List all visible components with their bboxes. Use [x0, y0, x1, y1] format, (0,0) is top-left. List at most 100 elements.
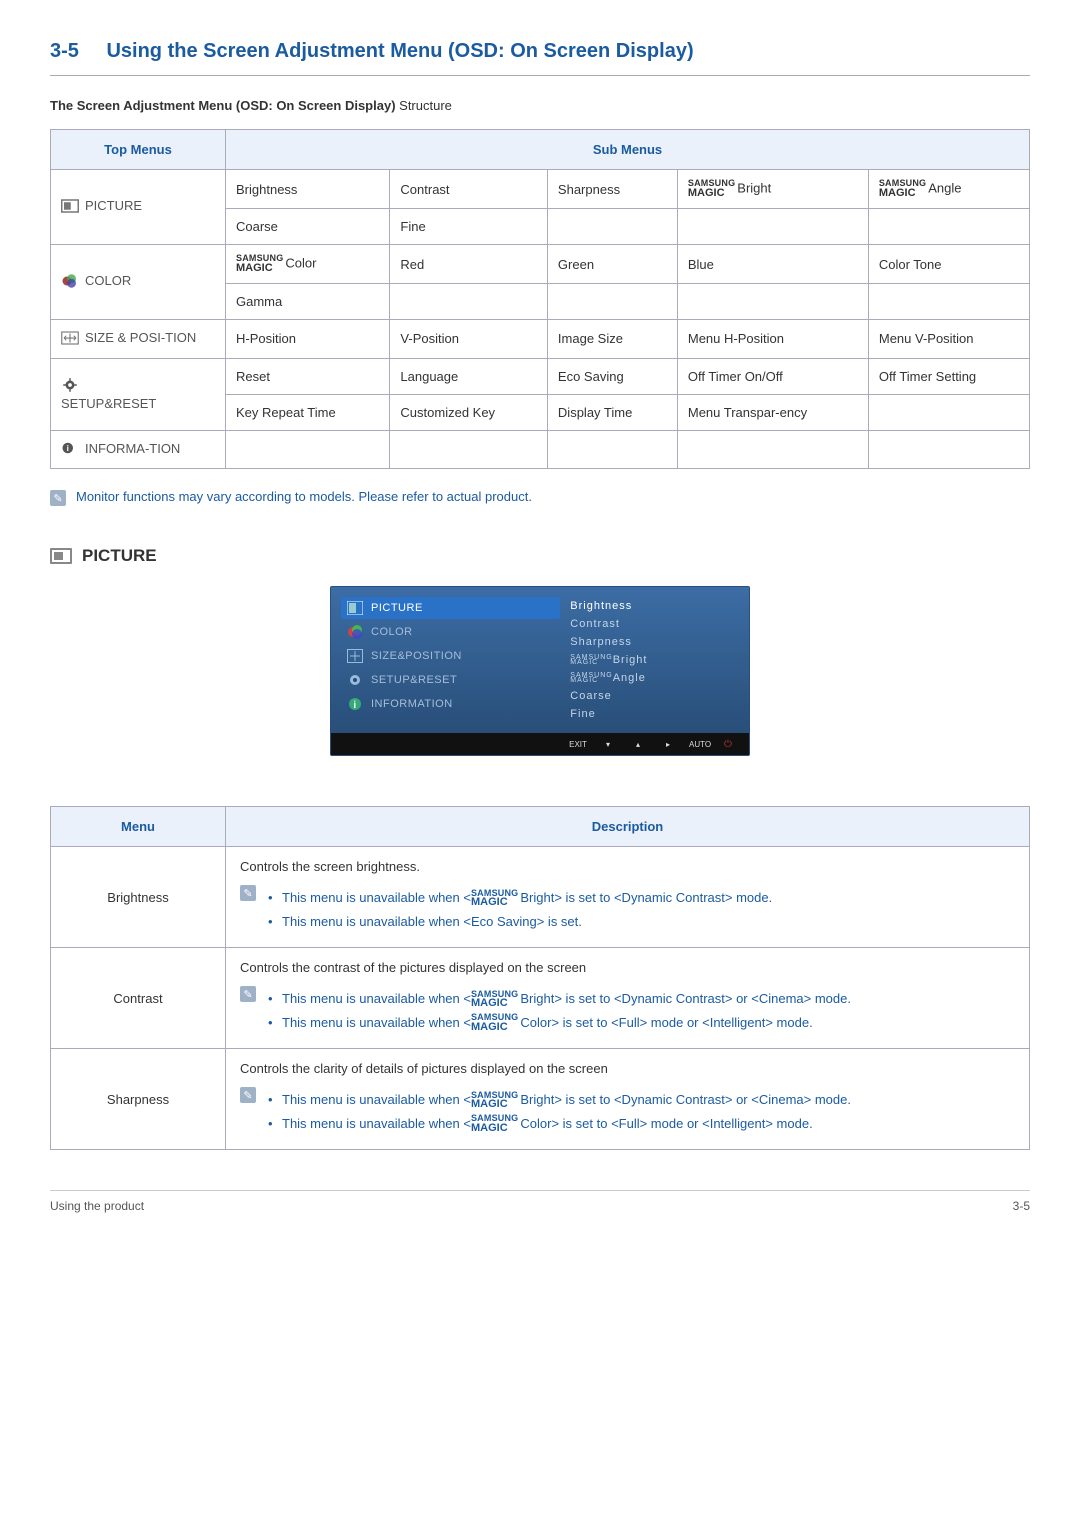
- table-row: SETUP&RESET Reset Language Eco Saving Of…: [51, 358, 1030, 394]
- cell: H-Position: [226, 320, 390, 359]
- desc-intro: Controls the screen brightness.: [240, 859, 1015, 874]
- cell: [547, 209, 677, 245]
- osd-auto: AUTO: [689, 740, 707, 749]
- cell: Menu Transpar-ency: [677, 394, 868, 430]
- menu-information: i INFORMA-TION: [51, 430, 226, 469]
- description-header: Description: [226, 807, 1030, 847]
- section-title: Using the Screen Adjustment Menu (OSD: O…: [106, 40, 693, 62]
- osd-sub-sharpness: Sharpness: [570, 633, 743, 651]
- samsung-magic-logo: SAMSUNGMAGIC: [471, 1092, 518, 1110]
- samsung-magic-logo: SAMSUNGMAGIC: [471, 991, 518, 1009]
- desc-cell: Controls the contrast of the pictures di…: [226, 948, 1030, 1049]
- cell: Gamma: [226, 284, 390, 320]
- cell: [677, 284, 868, 320]
- desc-cell: Controls the clarity of details of pictu…: [226, 1049, 1030, 1150]
- cell: Key Repeat Time: [226, 394, 390, 430]
- gear-icon: [347, 673, 363, 687]
- cell: SAMSUNGMAGICColor: [226, 245, 390, 284]
- sub-heading-rest: Structure: [396, 98, 452, 113]
- size-position-icon: [61, 331, 79, 345]
- picture-box-icon: [50, 548, 72, 564]
- cell: Eco Saving: [547, 358, 677, 394]
- osd-sub-magic-angle: SAMSUNGMAGICAngle: [570, 669, 743, 687]
- osd-bottom-bar: EXIT ▾ ▴ ▸ AUTO ⏻: [331, 733, 749, 755]
- note-icon: ✎: [240, 885, 256, 901]
- desc-intro: Controls the clarity of details of pictu…: [240, 1061, 1015, 1076]
- structure-table: Top Menus Sub Menus PICTURE Brightness C…: [50, 129, 1030, 469]
- desc-menu-sharpness: Sharpness: [51, 1049, 226, 1150]
- footer-left: Using the product: [50, 1199, 144, 1213]
- picture-heading: PICTURE: [50, 546, 1030, 566]
- cell: Contrast: [390, 170, 548, 209]
- table-row: PICTURE Brightness Contrast Sharpness SA…: [51, 170, 1030, 209]
- note-row: ✎ Monitor functions may vary according t…: [50, 489, 1030, 506]
- cell: Off Timer Setting: [868, 358, 1029, 394]
- osd-item-setup-reset: SETUP&RESET: [341, 669, 560, 691]
- cell: Blue: [677, 245, 868, 284]
- menu-color-label: COLOR: [85, 273, 131, 288]
- cell: [868, 209, 1029, 245]
- cell: V-Position: [390, 320, 548, 359]
- picture-icon: [61, 199, 79, 213]
- osd-item-information: i INFORMATION: [341, 693, 560, 715]
- cell: [868, 284, 1029, 320]
- cell: [390, 430, 548, 469]
- cell: Green: [547, 245, 677, 284]
- cell: Red: [390, 245, 548, 284]
- desc-intro: Controls the contrast of the pictures di…: [240, 960, 1015, 975]
- cell: Off Timer On/Off: [677, 358, 868, 394]
- table-row: SIZE & POSI-TION H-Position V-Position I…: [51, 320, 1030, 359]
- note-text: Monitor functions may vary according to …: [76, 489, 532, 504]
- color-icon: [347, 625, 363, 639]
- osd-panel: PICTURE COLOR SIZE&POSITION SETUP&RESET …: [330, 586, 750, 756]
- osd-sub-fine: Fine: [570, 705, 743, 723]
- desc-note-item: This menu is unavailable when <SAMSUNGMA…: [268, 1013, 851, 1033]
- menu-setup-reset: SETUP&RESET: [51, 358, 226, 430]
- osd-down-icon: ▾: [599, 740, 617, 749]
- menu-information-label: INFORMA-TION: [85, 441, 180, 456]
- cell: Color Tone: [868, 245, 1029, 284]
- cell: [868, 430, 1029, 469]
- description-table: Menu Description Brightness Controls the…: [50, 806, 1030, 1150]
- desc-cell: Controls the screen brightness. ✎ This m…: [226, 847, 1030, 948]
- picture-icon: [347, 601, 363, 615]
- picture-heading-text: PICTURE: [82, 546, 157, 566]
- color-icon: [61, 274, 79, 288]
- menu-setup-reset-label: SETUP&RESET: [61, 396, 156, 411]
- cell: Fine: [390, 209, 548, 245]
- cell: Brightness: [226, 170, 390, 209]
- note-icon: ✎: [50, 490, 66, 506]
- desc-menu-brightness: Brightness: [51, 847, 226, 948]
- osd-right-icon: ▸: [659, 740, 677, 749]
- table-row: Contrast Controls the contrast of the pi…: [51, 948, 1030, 1049]
- svg-text:i: i: [67, 444, 69, 453]
- cell: [677, 430, 868, 469]
- osd-power-icon: ⏻: [719, 739, 737, 750]
- page-footer: Using the product 3-5: [50, 1190, 1030, 1213]
- cell: [547, 430, 677, 469]
- osd-image: PICTURE COLOR SIZE&POSITION SETUP&RESET …: [50, 586, 1030, 756]
- note-icon: ✎: [240, 986, 256, 1002]
- gear-icon: [61, 378, 79, 392]
- samsung-magic-logo: SAMSUNGMAGIC: [879, 180, 926, 198]
- cell: [868, 394, 1029, 430]
- osd-sub-magic-bright: SAMSUNGMAGICBright: [570, 651, 743, 669]
- osd-sub-coarse: Coarse: [570, 687, 743, 705]
- menu-size-position: SIZE & POSI-TION: [51, 320, 226, 359]
- cell: Language: [390, 358, 548, 394]
- cell: [390, 284, 548, 320]
- osd-sub-contrast: Contrast: [570, 615, 743, 633]
- info-icon: i: [347, 697, 363, 711]
- samsung-magic-logo: SAMSUNGMAGIC: [471, 1014, 518, 1032]
- sub-heading-bold: The Screen Adjustment Menu (OSD: On Scre…: [50, 98, 396, 113]
- desc-note-item: This menu is unavailable when <SAMSUNGMA…: [268, 1090, 851, 1110]
- top-menus-header: Top Menus: [51, 130, 226, 170]
- cell: [547, 284, 677, 320]
- samsung-magic-logo: SAMSUNGMAGIC: [236, 255, 283, 273]
- desc-note-item: This menu is unavailable when <SAMSUNGMA…: [268, 888, 772, 908]
- sub-menus-header: Sub Menus: [226, 130, 1030, 170]
- section-heading: 3-5 Using the Screen Adjustment Menu (OS…: [50, 40, 1030, 76]
- osd-exit: EXIT: [569, 740, 587, 749]
- menu-size-position-label: SIZE & POSI-TION: [85, 330, 196, 345]
- table-row: Brightness Controls the screen brightnes…: [51, 847, 1030, 948]
